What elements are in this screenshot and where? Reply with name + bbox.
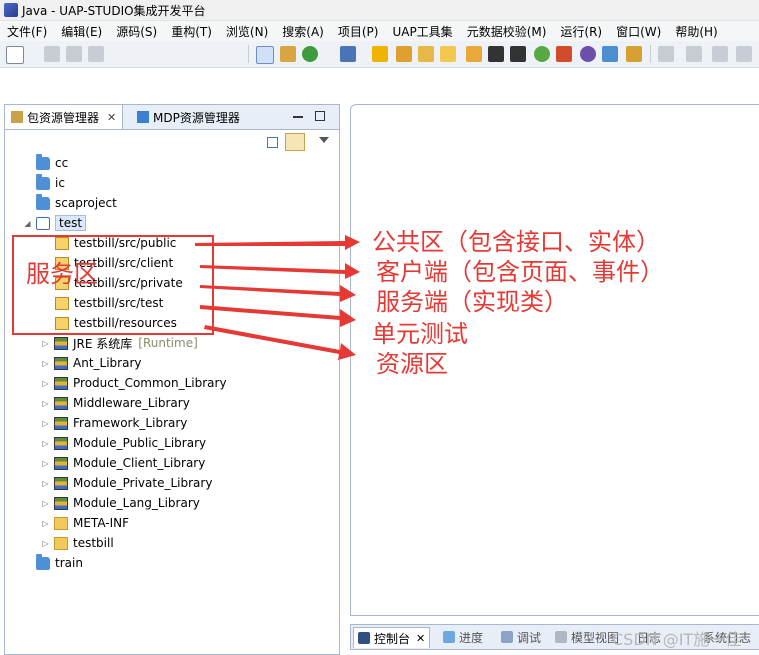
annotation-resources: 资源区 [376, 350, 448, 378]
arrow-test [200, 305, 356, 327]
arrow-private [200, 285, 356, 302]
arrow-resources [204, 325, 356, 360]
arrow-public [195, 235, 360, 250]
arrow-client [200, 263, 360, 279]
annotation-test: 单元测试 [372, 320, 468, 348]
annotation-client: 客户端（包含页面、事件） [376, 258, 664, 286]
watermark: CSDN @IT施一佳 [612, 630, 742, 649]
annotation-private: 服务端（实现类） [376, 288, 568, 316]
annotation-public: 公共区（包含接口、实体） [372, 228, 660, 256]
